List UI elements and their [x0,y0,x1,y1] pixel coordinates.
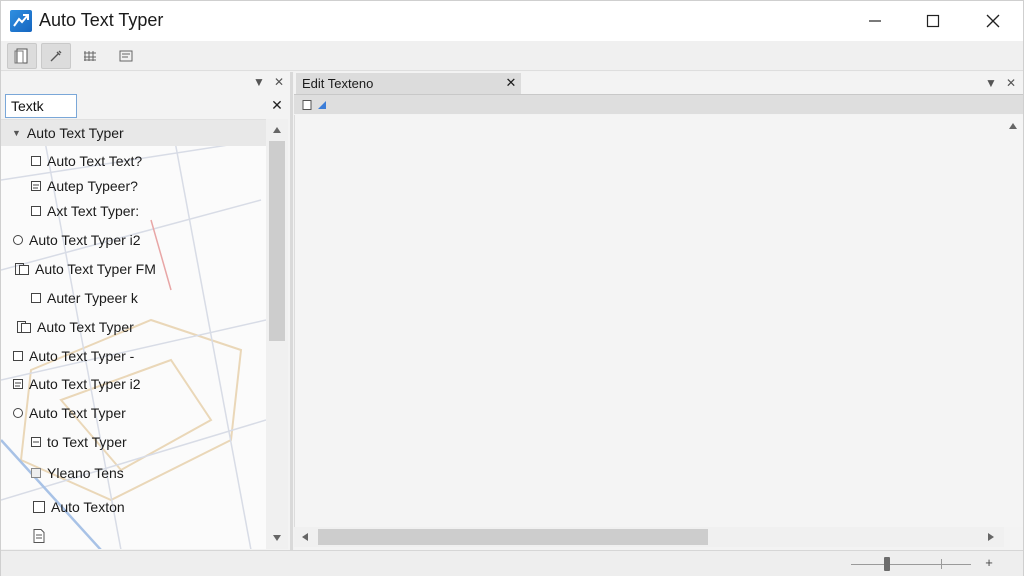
tree-item[interactable]: Autеr Турeer k [29,285,138,311]
document-tab-close-button[interactable]: ✕ [503,75,519,91]
tree-item[interactable]: Auto Text Typer - [11,343,134,369]
tree-item-label: Auto Text Typer [37,319,134,335]
circle-icon [11,233,25,247]
tree-item-label: Auto Text Typer - [29,348,135,364]
horizontal-scrollbar-thumb[interactable] [318,529,708,545]
minus-box-icon [29,435,43,449]
triangle-marker-icon[interactable] [315,98,329,112]
tree-item-label: Auto Text Typer i2 [29,232,141,248]
window-title: Auto Text Typer [39,10,164,30]
search-input[interactable] [5,94,77,118]
left-panel-close-button[interactable]: ✕ [271,74,287,90]
tree-item[interactable] [31,523,51,549]
tree-item[interactable]: Auto Text Typer [15,314,134,340]
document-icon [14,48,28,64]
tree-item-label: Auto Text Text? [47,153,143,169]
toolbar [1,41,1023,71]
tree-item-label: Auto Text Typer FM [35,261,156,277]
tree-item-label: to Text Typer [47,434,127,450]
close-button[interactable] [965,1,1021,41]
tree-item[interactable]: Auto Text Typer i2 [11,227,141,253]
eyedropper-icon [50,50,62,62]
tree-item[interactable]: Auto Text Typer FM [13,256,156,282]
scroll-right-arrow-icon[interactable] [980,528,1002,546]
page-icon[interactable] [300,98,314,112]
panel-splitter[interactable] [290,72,293,550]
text-list-panel: ▼ ✕ ✕ ▼ Auto Text Typer [1,72,291,550]
scroll-up-arrow-icon[interactable] [1002,117,1024,135]
tree-item-label: Auto Text Typer i2 [29,376,141,392]
copy-icon [13,262,31,276]
tree-item-label: Autеr Турeer k [47,290,138,306]
minimize-button[interactable] [847,1,903,41]
tree-item[interactable]: Auto Text Text? [29,148,142,174]
editor-menu-button[interactable]: ▼ [983,75,999,91]
left-panel-menu-button[interactable]: ▼ [251,74,267,90]
zoom-center-tick [941,559,942,569]
search-clear-button[interactable]: ✕ [269,97,285,113]
tree-item[interactable]: Auto Texton [31,494,125,520]
tree-item-label: Auto Text Typer [26,125,124,141]
document-tab[interactable]: Edit Texteno ✕ [296,73,521,94]
tree-item-label: Auto Text Typer [29,405,126,421]
scroll-up-arrow-icon[interactable] [266,121,288,139]
app-logo-icon [10,10,32,32]
tree-item[interactable]: to Text Typer [29,429,127,455]
maximize-button[interactable] [905,1,961,41]
app-window: Auto Text Typer ▼ ✕ ✕ [0,0,1024,576]
tree-vertical-scrollbar[interactable] [266,119,288,549]
editor-tab-strip [294,94,1023,114]
status-bar: + [1,550,1023,576]
search-row: ✕ [1,94,291,118]
tree-item[interactable]: Autер Турeer? [29,173,138,199]
file-icon [31,529,47,543]
toolbar-list-button[interactable] [111,43,141,69]
tree-item-label: Auto Texton [51,499,125,515]
document-tab-label: Edit Texteno [302,76,374,91]
tree-item-label: Axt Text Typer: [47,203,140,219]
editor-horizontal-scrollbar[interactable] [294,527,1004,547]
close-icon [986,14,1000,28]
tree-item[interactable]: Yleano Tens [29,460,124,486]
minimize-icon [869,20,881,22]
tree-item[interactable]: Auto Text Typer i2 [11,371,141,397]
toolbar-document-button[interactable] [7,43,37,69]
zoom-in-button[interactable]: + [982,555,996,571]
note-icon [29,179,43,193]
square-icon [29,154,43,168]
expand-arrow-icon[interactable]: ▼ [12,128,21,138]
text-editor-area[interactable] [294,115,1004,527]
tree-item-label: Autер Турeer? [47,178,138,194]
zoom-slider-track[interactable] [851,564,971,565]
tree-item[interactable]: Axt Text Typer: [29,198,139,224]
tree-item[interactable]: Auto Text Typer [11,400,126,426]
zoom-slider-knob[interactable] [884,557,890,571]
left-panel-header: ▼ ✕ [1,72,291,92]
square-icon [29,204,43,218]
toolbar-grid-button[interactable] [75,43,105,69]
editor-close-button[interactable]: ✕ [1003,75,1019,91]
scroll-left-arrow-icon[interactable] [294,528,316,546]
square-icon [29,291,43,305]
editor-panel: Edit Texteno ✕ ▼ ✕ [294,72,1023,550]
toolbar-eyedropper-button[interactable] [41,43,71,69]
image-icon [29,466,43,480]
square-icon [31,500,47,514]
list-icon [119,50,133,62]
circle-icon [11,406,25,420]
scroll-down-arrow-icon[interactable] [266,529,288,547]
maximize-icon [926,14,940,28]
text-tree[interactable]: ▼ Auto Text Typer Auto Text Text? Autер … [1,119,266,549]
tree-root-item[interactable]: ▼ Auto Text Typer [1,120,266,146]
title-bar[interactable]: Auto Text Typer [1,1,1023,41]
grid-icon [84,51,96,61]
note-icon [11,377,25,391]
editor-vertical-scrollbar[interactable] [1004,115,1023,527]
square-icon [11,349,25,363]
copy-icon [15,320,33,334]
tree-item-label: Yleano Tens [47,465,124,481]
scrollbar-thumb[interactable] [269,141,285,341]
